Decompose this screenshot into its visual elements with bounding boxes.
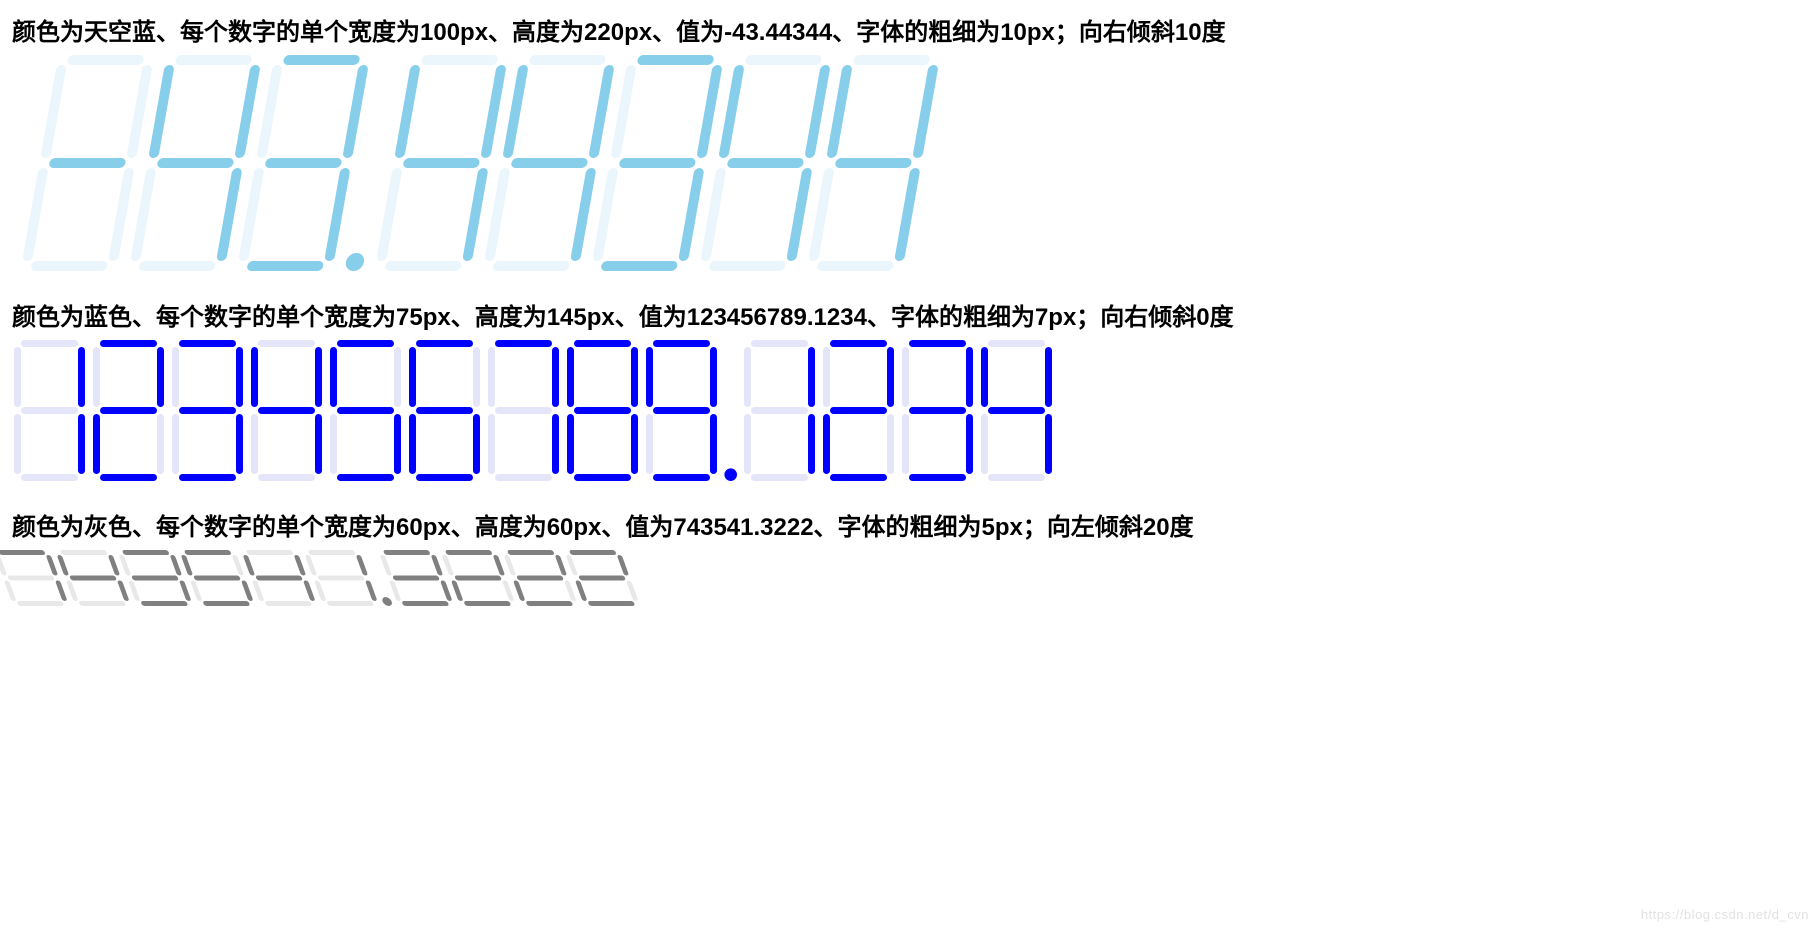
digit-1 bbox=[742, 338, 817, 483]
example-1: 颜色为天空蓝、每个数字的单个宽度为100px、高度为220px、值为-43.44… bbox=[12, 12, 1807, 273]
digit-1 bbox=[12, 338, 87, 483]
example-2: 颜色为蓝色、每个数字的单个宽度为75px、高度为145px、值为12345678… bbox=[12, 297, 1807, 483]
digit-6 bbox=[407, 338, 482, 483]
digit-4 bbox=[249, 338, 324, 483]
digit-3 bbox=[900, 338, 975, 483]
example-3-display bbox=[0, 548, 1807, 608]
digit-2 bbox=[91, 338, 166, 483]
example-2-caption: 颜色为蓝色、每个数字的单个宽度为75px、高度为145px、值为12345678… bbox=[12, 297, 1807, 332]
watermark: https://blog.csdn.net/d_cvn bbox=[1641, 907, 1809, 922]
example-3: 颜色为灰色、每个数字的单个宽度为60px、高度为60px、值为743541.32… bbox=[12, 507, 1807, 608]
digit-7 bbox=[486, 338, 561, 483]
example-3-caption: 颜色为灰色、每个数字的单个宽度为60px、高度为60px、值为743541.32… bbox=[12, 507, 1807, 542]
page: 颜色为天空蓝、每个数字的单个宽度为100px、高度为220px、值为-43.44… bbox=[0, 0, 1819, 628]
digit-9 bbox=[644, 338, 719, 483]
digit-2 bbox=[821, 338, 896, 483]
example-1-caption: 颜色为天空蓝、每个数字的单个宽度为100px、高度为220px、值为-43.44… bbox=[12, 12, 1807, 47]
example-2-display bbox=[12, 338, 1807, 483]
digit-8 bbox=[565, 338, 640, 483]
decimal-point bbox=[723, 338, 738, 483]
digit-4 bbox=[979, 338, 1054, 483]
digit-3 bbox=[170, 338, 245, 483]
example-1-display bbox=[18, 53, 1819, 273]
digit-5 bbox=[328, 338, 403, 483]
